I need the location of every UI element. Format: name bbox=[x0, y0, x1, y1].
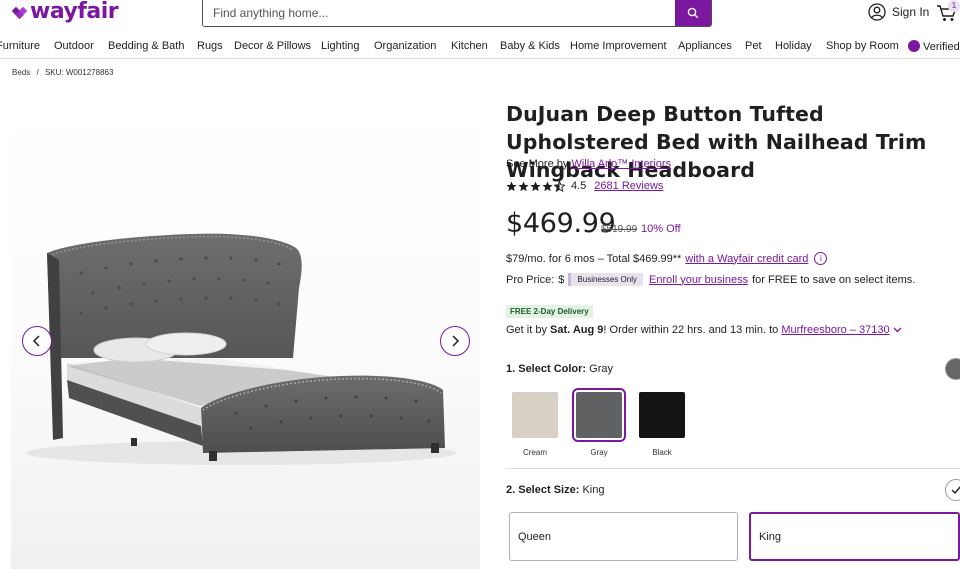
nav-item-home-improvement[interactable]: Home Improvement bbox=[570, 40, 667, 52]
site-header: wayfair Sign In 1 bbox=[0, 0, 960, 34]
color-option-label: Black bbox=[652, 448, 672, 457]
wayfair-logo[interactable]: wayfair bbox=[12, 0, 119, 24]
financing-line: $79/mo. for 6 mos – Total $469.99** with… bbox=[506, 252, 828, 265]
color-selected-value: Gray bbox=[589, 363, 613, 375]
star-full-icon bbox=[506, 180, 517, 191]
color-option-black[interactable]: Black bbox=[637, 392, 687, 457]
size-selector-label: 2. Select Size: King bbox=[506, 484, 604, 496]
original-price: $519.99 bbox=[601, 224, 638, 235]
nav-item-rugs[interactable]: Rugs bbox=[197, 40, 223, 52]
sign-in-button[interactable]: Sign In bbox=[868, 3, 929, 21]
nav-item-outdoor[interactable]: Outdoor bbox=[54, 40, 94, 52]
color-selector-title: 1. Select Color: bbox=[506, 363, 587, 375]
category-nav: Furniture Outdoor Bedding & Bath Rugs De… bbox=[0, 34, 960, 59]
reviews-link[interactable]: 2681 Reviews bbox=[594, 180, 663, 192]
color-summary-swatch[interactable] bbox=[945, 358, 960, 380]
previous-image-button[interactable] bbox=[22, 326, 52, 356]
size-selector-title: 2. Select Size: bbox=[506, 484, 580, 496]
pro-price-value: $ bbox=[558, 273, 565, 286]
credit-card-link[interactable]: with a Wayfair credit card bbox=[685, 253, 808, 265]
search-button[interactable] bbox=[675, 0, 711, 26]
star-full-icon bbox=[542, 180, 553, 191]
financing-text: $79/mo. for 6 mos – Total $469.99** bbox=[506, 252, 682, 265]
rating-value: 4.5 bbox=[571, 180, 587, 192]
info-icon[interactable]: i bbox=[814, 252, 828, 265]
search-input[interactable] bbox=[203, 0, 675, 26]
size-option-queen[interactable]: Queen bbox=[509, 512, 738, 561]
pro-price-label: Pro Price: bbox=[506, 273, 555, 286]
enroll-suffix: for FREE to save on select items. bbox=[752, 273, 916, 286]
chevron-left-icon bbox=[32, 335, 40, 347]
free-delivery-badge: FREE 2-Day Delivery bbox=[506, 305, 593, 318]
color-option-gray[interactable]: Gray bbox=[572, 388, 626, 457]
nav-item-pet[interactable]: Pet bbox=[745, 40, 762, 52]
see-more-prefix: See More by bbox=[506, 158, 569, 170]
enroll-business-link[interactable]: Enroll your business bbox=[649, 274, 748, 286]
search-bar bbox=[202, 0, 712, 27]
color-chip-cream bbox=[512, 392, 558, 438]
logo-mark-icon bbox=[12, 6, 28, 20]
nav-item-lighting[interactable]: Lighting bbox=[321, 40, 360, 52]
product-image-gallery bbox=[11, 108, 480, 569]
size-option-label: Queen bbox=[518, 530, 552, 543]
nav-item-appliances[interactable]: Appliances bbox=[678, 40, 732, 52]
bed-product-image[interactable] bbox=[11, 108, 480, 569]
delivery-location-link[interactable]: Murfreesboro – 37130 bbox=[781, 324, 889, 336]
discount-label: 10% Off bbox=[641, 223, 681, 235]
breadcrumb-beds[interactable]: Beds bbox=[12, 68, 30, 77]
color-selector-label: 1. Select Color: Gray bbox=[506, 363, 613, 375]
nav-item-kitchen[interactable]: Kitchen bbox=[451, 40, 488, 52]
color-chip-gray bbox=[572, 388, 626, 442]
sale-price: $469.99 bbox=[506, 208, 616, 239]
getit-prefix: Get it by bbox=[506, 324, 547, 336]
getit-middle: ! Order within 22 hrs. and 13 min. to bbox=[603, 324, 779, 336]
star-half-icon bbox=[554, 180, 565, 192]
nav-item-bedding-bath[interactable]: Bedding & Bath bbox=[108, 40, 184, 52]
pro-price-line: Pro Price: $ Businesses Only Enroll your… bbox=[506, 273, 915, 286]
size-confirmed-check bbox=[945, 479, 960, 501]
verified-badge-icon bbox=[908, 40, 920, 52]
breadcrumb-separator: / bbox=[36, 68, 39, 77]
nav-item-verified[interactable]: Verified bbox=[908, 40, 960, 53]
sign-in-label: Sign In bbox=[892, 5, 930, 19]
rating-row: 4.5 2681 Reviews bbox=[506, 180, 663, 192]
nav-item-decor-pillows[interactable]: Decor & Pillows bbox=[234, 40, 311, 52]
color-option-cream[interactable]: Cream bbox=[510, 392, 560, 457]
nav-item-verified-label: Verified bbox=[923, 41, 960, 53]
nav-item-shop-by-room[interactable]: Shop by Room bbox=[826, 40, 899, 52]
chevron-down-icon[interactable] bbox=[893, 327, 902, 333]
size-selected-value: King bbox=[582, 484, 605, 496]
color-option-label: Gray bbox=[590, 448, 608, 457]
checkmark-icon bbox=[951, 486, 960, 495]
logo-text: wayfair bbox=[30, 0, 119, 24]
nav-item-furniture[interactable]: Furniture bbox=[0, 40, 40, 52]
star-rating bbox=[506, 180, 565, 192]
account-icon bbox=[868, 3, 886, 21]
chevron-right-icon bbox=[452, 335, 460, 347]
delivery-date: Sat. Aug 9 bbox=[550, 324, 604, 336]
star-full-icon bbox=[530, 180, 541, 191]
size-option-king[interactable]: King bbox=[749, 512, 960, 561]
color-option-label: Cream bbox=[522, 448, 547, 457]
cart-count-badge: 1 bbox=[948, 0, 960, 12]
businesses-only-tag: Businesses Only bbox=[568, 273, 644, 286]
nav-item-organization[interactable]: Organization bbox=[374, 40, 436, 52]
next-image-button[interactable] bbox=[440, 326, 470, 356]
section-divider bbox=[506, 468, 960, 469]
size-option-label: King bbox=[759, 530, 782, 543]
color-chip-black bbox=[639, 392, 685, 438]
breadcrumb: Beds / SKU: W001278863 bbox=[12, 68, 117, 77]
nav-item-holiday[interactable]: Holiday bbox=[775, 40, 812, 52]
delivery-estimate: Get it by Sat. Aug 9! Order within 22 hr… bbox=[506, 324, 902, 336]
see-more-line: See More by Willa Arlo™ Interiors bbox=[506, 158, 671, 170]
breadcrumb-sku: SKU: W001278863 bbox=[44, 68, 114, 77]
brand-link[interactable]: Willa Arlo™ Interiors bbox=[571, 158, 671, 170]
nav-item-baby-kids[interactable]: Baby & Kids bbox=[500, 40, 560, 52]
star-full-icon bbox=[518, 180, 529, 191]
product-title: DuJuan Deep Button Tufted Upholstered Be… bbox=[506, 102, 927, 182]
search-icon bbox=[687, 7, 699, 18]
